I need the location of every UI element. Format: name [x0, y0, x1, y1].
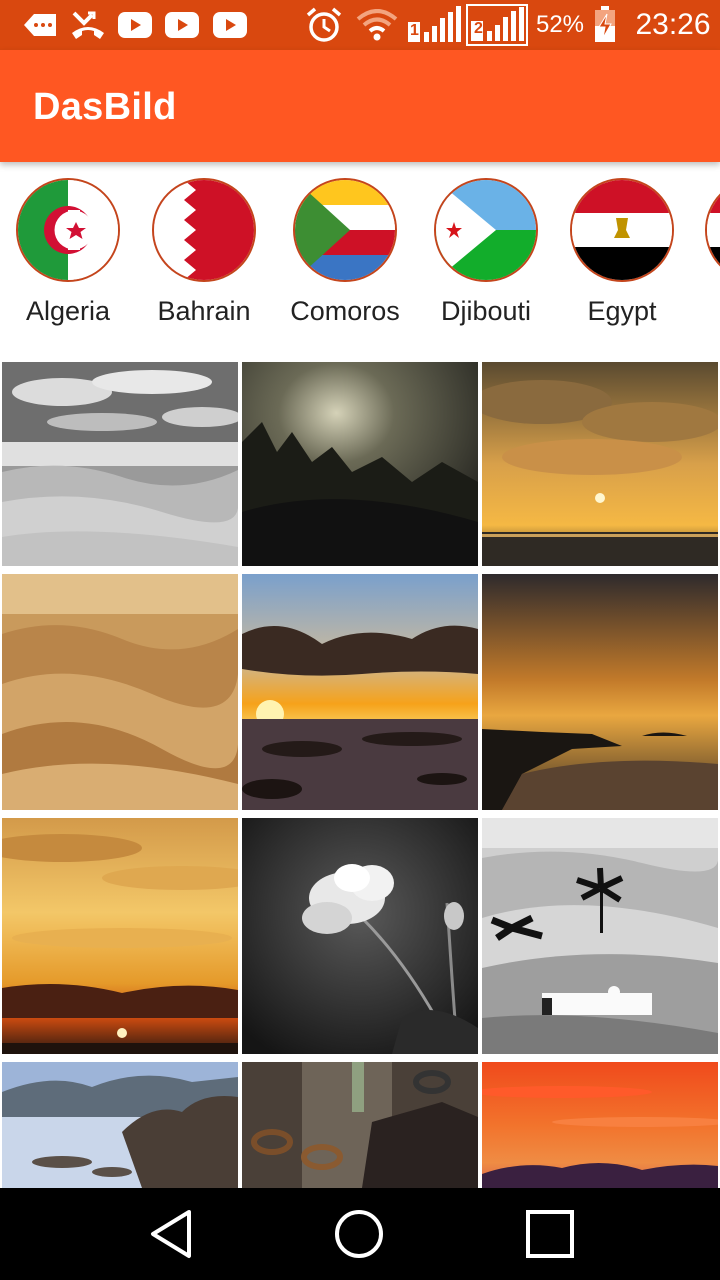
app-title: DasBild — [33, 86, 177, 128]
sim2-label: 2 — [474, 20, 483, 37]
wifi-icon — [356, 8, 398, 42]
sim1-label: 1 — [410, 22, 419, 39]
egypt-flag-icon — [570, 178, 674, 282]
recents-icon[interactable] — [515, 1204, 585, 1264]
photo-desert-grayscale[interactable] — [2, 362, 238, 566]
photo-grid[interactable] — [0, 362, 720, 1188]
country-label: Algeria — [25, 296, 111, 326]
signal-sim1-icon: 1 — [406, 6, 462, 42]
photo-rusty-chain[interactable] — [242, 1062, 478, 1188]
clock: 23:26 — [635, 8, 711, 41]
status-bar: 1 2 52% 23:26 — [0, 0, 720, 50]
photo-golden-sunset-sky[interactable] — [2, 818, 238, 1054]
country-list[interactable]: Algeria Bahrain Comoros Djibouti Egypt — [0, 162, 720, 362]
country-label: Egypt — [587, 296, 657, 326]
photo-sunset-sea-clouds[interactable] — [482, 362, 718, 566]
djibouti-flag-icon — [434, 178, 538, 282]
youtube-icon — [213, 8, 247, 42]
photo-sand-dunes[interactable] — [2, 574, 238, 810]
photo-sunset-rocky-shore[interactable] — [242, 574, 478, 810]
country-label: Djibouti — [440, 296, 532, 326]
photo-dark-silhouette[interactable] — [242, 362, 478, 566]
country-item-djibouti[interactable]: Djibouti — [421, 178, 551, 327]
photo-red-sky-mountains[interactable] — [482, 1062, 718, 1188]
app-bar: DasBild — [0, 50, 720, 162]
signal-sim2-icon: 2 — [466, 4, 528, 46]
photo-white-rose-bw[interactable] — [242, 818, 478, 1054]
comoros-flag-icon — [293, 178, 397, 282]
youtube-icon — [165, 8, 199, 42]
photo-desert-palms-bw[interactable] — [482, 818, 718, 1054]
country-label: Bahrain — [157, 296, 251, 326]
youtube-icon — [118, 8, 152, 42]
flag-icon — [705, 178, 720, 282]
algeria-flag-icon — [16, 178, 120, 282]
country-item-bahrain[interactable]: Bahrain — [139, 178, 269, 327]
battery-percent: 52% — [535, 11, 585, 38]
photo-rocky-sea-coast[interactable] — [2, 1062, 238, 1188]
missed-call-icon — [70, 8, 106, 42]
country-label: Comoros — [290, 296, 400, 326]
notification-icon — [22, 8, 58, 42]
battery-charging-icon — [592, 6, 618, 42]
country-item-partial[interactable] — [692, 178, 720, 282]
photo-sunset-coastline[interactable] — [482, 574, 718, 810]
navigation-bar — [0, 1188, 720, 1280]
bahrain-flag-icon — [152, 178, 256, 282]
back-icon[interactable] — [136, 1204, 206, 1264]
home-icon[interactable] — [324, 1204, 394, 1264]
alarm-icon — [304, 7, 344, 42]
country-item-comoros[interactable]: Comoros — [280, 178, 410, 327]
country-item-algeria[interactable]: Algeria — [3, 178, 133, 327]
country-item-egypt[interactable]: Egypt — [557, 178, 687, 327]
